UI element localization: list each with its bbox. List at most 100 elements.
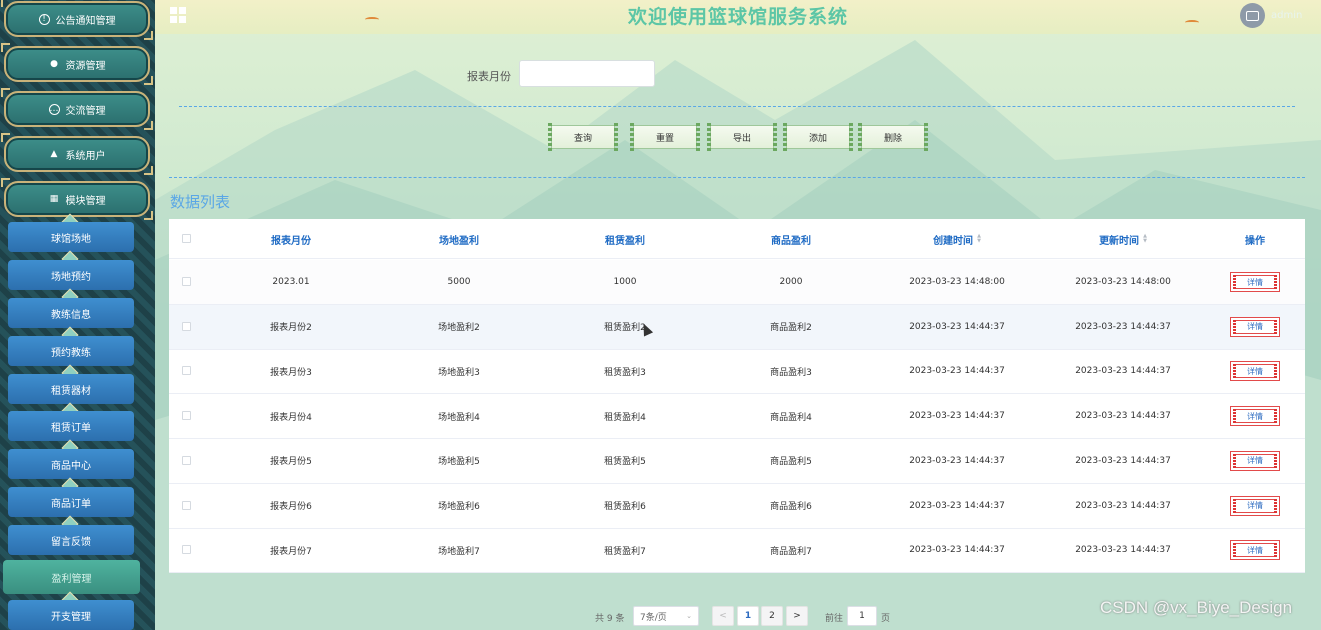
sidebar-item-coach-booking[interactable]: 预约教练 [8, 336, 134, 366]
table-row: 报表月份4 场地盈利4 租赁盈利4 商品盈利4 2023-03-23 14:44:37 2… [169, 394, 1305, 440]
detail-button[interactable]: 详情 [1230, 361, 1280, 382]
table-cell-action: 详情 [1205, 260, 1305, 304]
sidebar-group-communication[interactable]: … 交流管理 [1, 88, 153, 130]
detail-button[interactable]: 详情 [1230, 316, 1280, 337]
search-label: 报表月份 [467, 70, 511, 83]
detail-button[interactable]: 详情 [1230, 450, 1280, 471]
table-cell-action: 详情 [1205, 305, 1305, 349]
detail-button[interactable]: 详情 [1230, 540, 1280, 561]
query-button[interactable]: 查询 [548, 123, 618, 151]
table-row: 报表月份6 场地盈利6 租赁盈利6 商品盈利6 2023-03-23 14:44:37 2… [169, 484, 1305, 529]
page-jump-input[interactable]: 1 [847, 606, 877, 626]
sidebar-item-profit[interactable]: 盈利管理 [3, 560, 140, 594]
sidebar-item-rental-equipment[interactable]: 租赁器材 [8, 374, 134, 404]
sidebar-group-label: 系统用户 [65, 150, 106, 162]
table-cell-rental: 租赁盈利2 [604, 323, 646, 334]
table-cell-venue: 场地盈利4 [438, 412, 480, 423]
chevron-down-icon: ⌄ [686, 612, 692, 620]
sidebar-group-resource[interactable]: ● 资源管理 [1, 43, 153, 85]
table-cell-updated: 2023-03-23 14:44:37 [1075, 411, 1171, 422]
sidebar-item-courts[interactable]: 球馆场地 [8, 222, 134, 252]
table-cell-updated: 2023-03-23 14:44:37 [1075, 321, 1171, 332]
sort-icon[interactable]: ▲ ▼ [977, 234, 981, 244]
export-button[interactable]: 导出 [707, 123, 777, 151]
reset-button[interactable]: 重置 [630, 123, 700, 151]
prev-page-button[interactable]: < [712, 606, 734, 626]
table-cell-month: 报表月份5 [270, 457, 312, 468]
row-checkbox[interactable] [182, 545, 191, 555]
row-checkbox[interactable] [182, 321, 191, 331]
table-cell-rental: 租赁盈利5 [604, 457, 646, 468]
table-cell-updated: 2023-03-23 14:44:37 [1075, 500, 1171, 511]
table-cell-venue: 场地盈利7 [438, 546, 480, 557]
column-header: 商品盈利 [771, 235, 811, 247]
sort-icon[interactable]: ▲ ▼ [1143, 234, 1147, 244]
page-size-value: 7条/页 [640, 612, 667, 623]
sidebar-item-goods-center[interactable]: 商品中心 [8, 449, 134, 479]
table-cell-created: 2023-03-23 14:44:37 [909, 411, 1005, 422]
image-icon [1246, 10, 1259, 21]
sidebar-item-goods-orders[interactable]: 商品订单 [8, 487, 134, 517]
table-cell-month: 报表月份7 [270, 546, 312, 557]
sidebar-item-rental-orders[interactable]: 租赁订单 [8, 411, 134, 441]
table-cell-action: 详情 [1205, 349, 1305, 393]
username[interactable]: admin [1271, 10, 1302, 21]
column-header-label: 创建时间 [933, 235, 974, 247]
avatar[interactable] [1240, 3, 1265, 28]
page-button-2[interactable]: 2 [761, 606, 783, 626]
column-header: 报表月份 [271, 235, 311, 247]
detail-button[interactable]: 详情 [1230, 272, 1280, 292]
column-header-label: 更新时间 [1099, 235, 1140, 247]
column-header-updated[interactable]: 更新时间 ▲ ▼ [1063, 219, 1183, 259]
sidebar-item-expense[interactable]: 开支管理 [8, 600, 134, 630]
detail-button[interactable]: 详情 [1230, 406, 1280, 427]
sidebar-group-users[interactable]: ▲ 系统用户 [1, 133, 153, 175]
select-all-checkbox[interactable] [182, 234, 191, 243]
table-cell-venue: 场地盈利3 [438, 367, 480, 378]
row-checkbox[interactable] [182, 366, 191, 376]
row-checkbox[interactable] [182, 455, 191, 465]
table-cell-venue: 场地盈利2 [438, 323, 480, 334]
column-header: 操作 [1245, 235, 1265, 247]
chat-bubble-icon: … [48, 103, 60, 115]
table-cell-rental: 租赁盈利6 [604, 502, 646, 512]
next-page-button[interactable]: > [786, 606, 808, 626]
table-row: 报表月份5 场地盈利5 租赁盈利5 商品盈利5 2023-03-23 14:44:37 2… [169, 439, 1305, 484]
report-month-input[interactable] [519, 60, 655, 87]
sidebar-item-feedback[interactable]: 留言反馈 [8, 525, 134, 555]
table-cell-updated: 2023-03-23 14:44:37 [1075, 366, 1171, 377]
table-cell-updated: 2023-03-23 14:44:37 [1075, 455, 1171, 466]
table-cell-goods: 商品盈利4 [770, 412, 812, 423]
data-table: 报表月份 场地盈利 租赁盈利 商品盈利 创建时间 ▲ ▼ 更新时间 ▲ ▼ 操作 2… [169, 219, 1305, 574]
table-header: 报表月份 场地盈利 租赁盈利 商品盈利 创建时间 ▲ ▼ 更新时间 ▲ ▼ 操作 [169, 219, 1305, 259]
sidebar-item-coach-info[interactable]: 教练信息 [8, 298, 134, 328]
sidebar-group-label: 模块管理 [65, 195, 106, 207]
page-button-1[interactable]: 1 [737, 606, 759, 626]
table-cell-created: 2023-03-23 14:44:37 [909, 366, 1005, 377]
column-header-created[interactable]: 创建时间 ▲ ▼ [897, 219, 1017, 259]
detail-button[interactable]: 详情 [1230, 495, 1280, 516]
page-size-select[interactable]: 7条/页 ⌄ [633, 606, 699, 626]
table-cell-month: 报表月份4 [270, 412, 312, 423]
table-cell-goods: 2000 [779, 277, 803, 287]
column-header: 场地盈利 [439, 235, 479, 247]
site-title: 欢迎使用篮球馆服务系统 [627, 6, 848, 28]
table-cell-venue: 场地盈利6 [438, 502, 480, 512]
watermark: CSDN @vx_Biye_Design [1100, 598, 1293, 617]
jump-unit: 页 [881, 613, 891, 624]
add-button[interactable]: 添加 [783, 123, 853, 151]
sidebar-item-court-booking[interactable]: 场地预约 [8, 260, 134, 290]
table-cell-goods: 商品盈利6 [770, 502, 812, 512]
sidebar-group-modules[interactable]: ▦ 模块管理 [1, 178, 153, 220]
table-row: 2023.01 5000 1000 2000 2023-03-23 14:48:00 20… [169, 260, 1305, 305]
table-cell-month: 2023.01 [272, 277, 310, 287]
row-checkbox[interactable] [182, 500, 191, 510]
sidebar-group-notice[interactable]: ! 公告通知管理 [1, 0, 153, 40]
table-cell-action: 详情 [1205, 528, 1305, 572]
divider [179, 106, 1295, 107]
delete-button[interactable]: 删除 [858, 123, 928, 151]
table-cell-rental: 租赁盈利4 [604, 412, 646, 423]
row-checkbox[interactable] [182, 411, 191, 421]
row-checkbox[interactable] [182, 277, 191, 286]
pagination-total: 共 9 条 [595, 613, 625, 624]
